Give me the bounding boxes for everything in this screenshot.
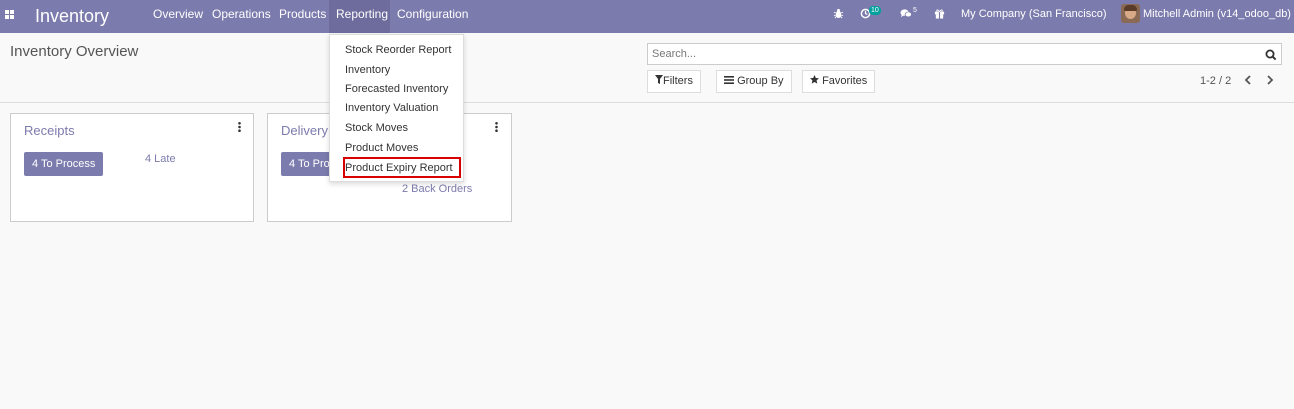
menu-item-stock-reorder-report[interactable]: Stock Reorder Report xyxy=(345,44,451,56)
search-bar xyxy=(647,43,1282,65)
menu-products[interactable]: Products xyxy=(272,0,333,33)
menu-item-inventory[interactable]: Inventory xyxy=(345,64,390,76)
menu-configuration[interactable]: Configuration xyxy=(390,0,475,33)
menu-operations[interactable]: Operations xyxy=(205,0,278,33)
kebab-menu-icon[interactable] xyxy=(495,122,498,134)
gift-icon[interactable] xyxy=(934,8,945,23)
group-by-bars-icon xyxy=(724,75,734,87)
receipts-card[interactable]: Receipts 4 To Process 4 Late xyxy=(10,113,254,222)
user-avatar[interactable] xyxy=(1121,4,1140,23)
pager-value[interactable]: 1-2 / 2 xyxy=(1200,75,1231,87)
card-title[interactable]: Receipts xyxy=(24,123,75,138)
menu-reporting[interactable]: Reporting xyxy=(329,0,390,33)
control-panel-divider xyxy=(0,102,1294,103)
favorites-label: Favorites xyxy=(822,75,868,87)
search-icon[interactable] xyxy=(1265,48,1277,61)
filters-label: Filters xyxy=(663,75,693,87)
pager-previous-icon[interactable] xyxy=(1244,73,1252,87)
back-orders-link[interactable]: 2 Back Orders xyxy=(402,183,472,195)
group-by-label: Group By xyxy=(737,75,784,87)
group-by-button[interactable]: Group By xyxy=(716,70,792,93)
page-title: Inventory Overview xyxy=(10,43,139,60)
menu-item-product-expiry-report[interactable]: Product Expiry Report xyxy=(345,162,453,174)
to-process-button[interactable]: 4 To Process xyxy=(24,152,104,176)
favorites-button[interactable]: Favorites xyxy=(802,70,876,93)
late-link[interactable]: 4 Late xyxy=(145,153,176,165)
star-icon xyxy=(810,75,819,87)
message-count-badge: 5 xyxy=(913,7,917,14)
activity-count-badge: 10 xyxy=(869,6,881,15)
menu-item-inventory-valuation[interactable]: Inventory Valuation xyxy=(345,102,438,114)
apps-menu-icon[interactable] xyxy=(5,10,15,20)
filters-button[interactable]: Filters xyxy=(647,70,701,93)
menu-overview[interactable]: Overview xyxy=(146,0,210,33)
app-title[interactable]: Inventory xyxy=(35,5,109,27)
reporting-dropdown-menu: Stock Reorder Report Inventory Forecaste… xyxy=(329,34,464,182)
messages-chat-icon[interactable] xyxy=(900,8,912,23)
search-input[interactable] xyxy=(648,44,1256,64)
company-switcher[interactable]: My Company (San Francisco) xyxy=(961,0,1107,29)
kebab-menu-icon[interactable] xyxy=(238,122,241,134)
pager-next-icon[interactable] xyxy=(1266,73,1274,87)
menu-item-product-moves[interactable]: Product Moves xyxy=(345,142,418,154)
menu-item-forecasted-inventory[interactable]: Forecasted Inventory xyxy=(345,83,448,95)
menu-item-stock-moves[interactable]: Stock Moves xyxy=(345,122,408,134)
debug-bug-icon[interactable] xyxy=(833,8,844,23)
filter-funnel-icon xyxy=(655,75,663,87)
user-menu[interactable]: Mitchell Admin (v14_odoo_db) xyxy=(1143,0,1291,29)
top-navbar: Inventory Overview Operations Products R… xyxy=(0,0,1294,33)
